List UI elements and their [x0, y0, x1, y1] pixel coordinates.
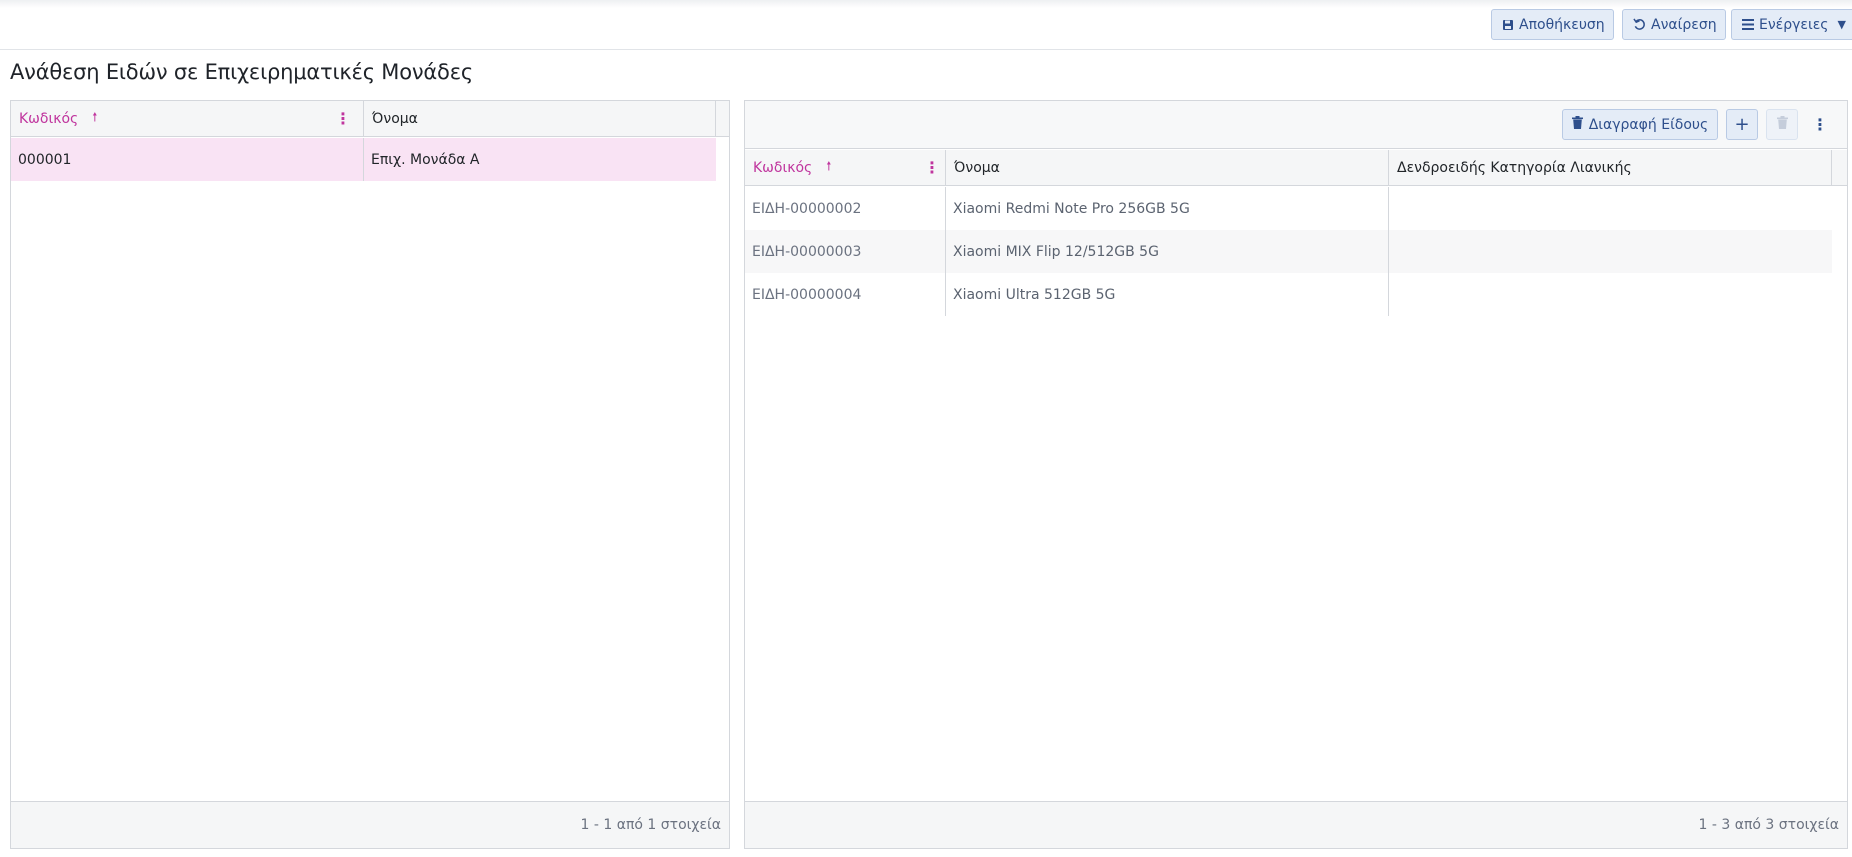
undo-icon: [1633, 18, 1646, 31]
sort-ascending-icon: 🠕: [826, 159, 832, 173]
save-label: Αποθήκευση: [1519, 16, 1605, 33]
column-name-label: Όνομα: [372, 110, 418, 127]
grid-header: Κωδικός 🠕 ⋮ Όνομα Δενδροειδής Κατηγορία …: [745, 150, 1847, 186]
delete-row-button[interactable]: [1766, 109, 1798, 140]
table-row[interactable]: ΕΙΔΗ-00000003 Xiaomi MIX Flip 12/512GB 5…: [745, 230, 1832, 273]
chevron-down-icon: ▼: [1837, 18, 1846, 31]
column-header-category[interactable]: Δενδροειδής Κατηγορία Λιανικής: [1389, 150, 1832, 185]
grid-toolbar: Διαγραφή Είδους + ⋮: [745, 101, 1847, 149]
cell-name: Xiaomi Redmi Note Pro 256GB 5G: [946, 187, 1389, 230]
cell-code: ΕΙΔΗ-00000004: [745, 273, 946, 316]
page-title: Ανάθεση Ειδών σε Επιχειρηματικές Μονάδες: [10, 60, 473, 84]
column-code-label: Κωδικός: [19, 110, 79, 127]
add-button[interactable]: +: [1726, 109, 1758, 140]
pager-info: 1 - 1 από 1 στοιχεία: [11, 801, 729, 848]
column-category-label: Δενδροειδής Κατηγορία Λιανικής: [1397, 159, 1632, 176]
save-button[interactable]: Αποθήκευση: [1491, 9, 1614, 40]
column-menu-icon[interactable]: ⋮: [924, 150, 940, 185]
trash-icon: [1571, 116, 1583, 133]
table-row[interactable]: ΕΙΔΗ-00000002 Xiaomi Redmi Note Pro 256G…: [745, 187, 1832, 230]
trash-icon: [1776, 116, 1788, 133]
table-row[interactable]: ΕΙΔΗ-00000004 Xiaomi Ultra 512GB 5G: [745, 273, 1832, 316]
pager-info: 1 - 3 από 3 στοιχεία: [745, 801, 1847, 848]
cell-code: 000001: [11, 138, 364, 181]
cell-category: [1389, 187, 1832, 230]
actions-menu-button[interactable]: Ενέργειες ▼: [1731, 9, 1852, 40]
grid-header: Κωδικός 🠕 ⋮ Όνομα: [11, 101, 729, 137]
items-grid: Διαγραφή Είδους + ⋮ Κωδικός 🠕 ⋮ Όνομα Δε…: [744, 100, 1848, 849]
actions-label: Ενέργειες: [1759, 16, 1829, 33]
delete-item-button[interactable]: Διαγραφή Είδους: [1562, 109, 1718, 140]
table-row[interactable]: 000001 Επιχ. Μονάδα Α: [11, 138, 716, 181]
column-header-code[interactable]: Κωδικός 🠕: [745, 150, 946, 185]
menu-icon: [1742, 19, 1754, 30]
sort-ascending-icon: 🠕: [92, 110, 98, 124]
cell-name: Xiaomi Ultra 512GB 5G: [946, 273, 1389, 316]
cell-code: ΕΙΔΗ-00000003: [745, 230, 946, 273]
column-header-code[interactable]: Κωδικός 🠕: [11, 101, 364, 136]
business-units-grid: Κωδικός 🠕 ⋮ Όνομα 000001 Επιχ. Μονάδα Α …: [10, 100, 730, 849]
cell-category: [1389, 273, 1832, 316]
more-options-icon[interactable]: ⋮: [1807, 109, 1833, 140]
undo-label: Αναίρεση: [1651, 16, 1717, 33]
column-code-label: Κωδικός: [753, 159, 813, 176]
column-menu-icon[interactable]: ⋮: [335, 101, 351, 136]
plus-icon: +: [1734, 114, 1750, 135]
top-toolbar: Αποθήκευση Αναίρεση Ενέργειες ▼: [0, 0, 1852, 50]
column-name-label: Όνομα: [954, 159, 1000, 176]
cell-name: Xiaomi MIX Flip 12/512GB 5G: [946, 230, 1389, 273]
delete-item-label: Διαγραφή Είδους: [1588, 116, 1709, 133]
cell-category: [1389, 230, 1832, 273]
save-icon: [1502, 19, 1514, 31]
cell-name: Επιχ. Μονάδα Α: [371, 151, 480, 168]
undo-button[interactable]: Αναίρεση: [1622, 9, 1726, 40]
column-header-name[interactable]: Όνομα: [364, 101, 716, 136]
column-header-name[interactable]: Όνομα: [946, 150, 1389, 185]
cell-code: ΕΙΔΗ-00000002: [745, 187, 946, 230]
